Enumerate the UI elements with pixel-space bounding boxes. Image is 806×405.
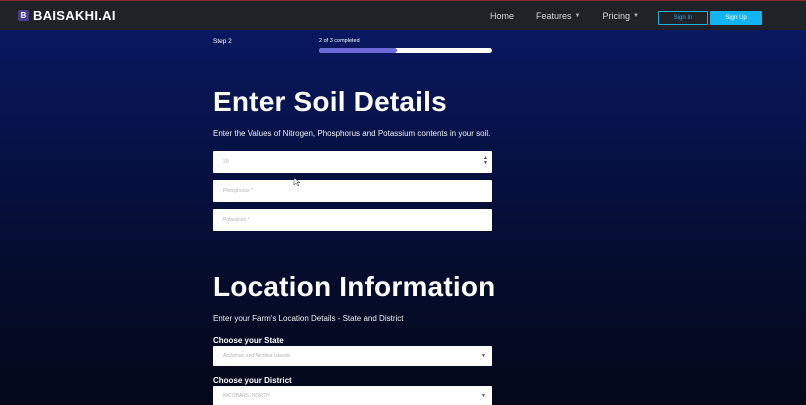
soil-section-subtitle: Enter the Values of Nitrogen, Phosphorus… [213, 129, 491, 138]
nav-links: Home Features ▼ Pricing ▼ [490, 1, 661, 31]
phosphorus-placeholder: Phosphorus * [223, 188, 254, 194]
chevron-down-icon: ▼ [633, 13, 639, 19]
progress-bar [319, 48, 492, 53]
potassium-placeholder: Potassium * [223, 217, 250, 223]
state-select-value: Andaman and Nicobar Islands [223, 353, 290, 359]
brand-name: BAISAKHI.AI [33, 8, 116, 23]
phosphorus-input[interactable]: Phosphorus * [213, 180, 492, 202]
district-select[interactable]: NICOBARS, NORTH ▼ [213, 386, 492, 405]
chevron-down-icon: ▼ [481, 353, 486, 359]
sign-in-button[interactable]: Sign In [658, 11, 708, 25]
progress-status: 2 of 3 completed [319, 38, 360, 44]
nitrogen-input[interactable]: 20 ▲ ▼ [213, 151, 492, 173]
chevron-down-icon: ▼ [481, 393, 486, 399]
district-label: Choose your District [213, 376, 292, 385]
chevron-down-icon: ▼ [574, 13, 581, 19]
nav-features-label: Features [536, 11, 572, 21]
mouse-cursor-icon [293, 178, 301, 186]
step-label: Step 2 [213, 38, 232, 45]
nitrogen-placeholder: 20 [223, 159, 229, 165]
progress-bar-fill [319, 48, 397, 53]
location-section-subtitle: Enter your Farm's Location Details - Sta… [213, 314, 404, 323]
brand-logo-icon: B [18, 10, 29, 21]
state-label: Choose your State [213, 336, 284, 345]
nav-home-label: Home [490, 11, 515, 21]
potassium-input[interactable]: Potassium * [213, 209, 492, 231]
brand[interactable]: B BAISAKHI.AI [18, 8, 116, 23]
nav-features-dropdown[interactable]: Features ▼ [536, 11, 580, 21]
top-navbar: B BAISAKHI.AI Home Features ▼ Pricing ▼ Si… [0, 0, 806, 30]
location-section-title: Location Information [213, 271, 496, 302]
sign-up-button[interactable]: Sign Up [710, 11, 762, 25]
nav-pricing-dropdown[interactable]: Pricing ▼ [603, 11, 639, 21]
state-select[interactable]: Andaman and Nicobar Islands ▼ [213, 346, 492, 366]
soil-section-title: Enter Soil Details [213, 86, 447, 117]
number-stepper-icon[interactable]: ▲ ▼ [483, 156, 488, 166]
nav-pricing-label: Pricing [602, 11, 631, 21]
district-select-value: NICOBARS, NORTH [223, 393, 270, 399]
nav-home-link[interactable]: Home [490, 11, 514, 21]
